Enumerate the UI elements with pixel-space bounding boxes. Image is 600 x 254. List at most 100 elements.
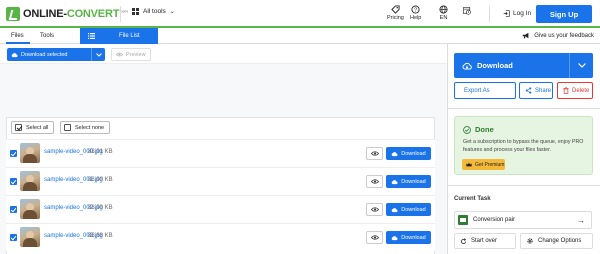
row-download-button[interactable]: Download [386, 175, 431, 188]
help-link[interactable]: ? Help [410, 5, 421, 21]
eye-icon [116, 52, 123, 57]
history-button[interactable] [461, 6, 473, 16]
share-icon [525, 87, 532, 94]
change-options-button[interactable]: Change Options [520, 233, 593, 249]
eye-icon [370, 207, 379, 212]
file-row: sample-video_003.jpg 88.88 KB Download [6, 223, 435, 251]
panel-divider [447, 185, 600, 186]
preview-eye-button[interactable] [366, 203, 383, 216]
header-divider-right [489, 6, 490, 22]
file-thumbnail [20, 199, 40, 219]
row-checkbox[interactable] [10, 206, 17, 213]
row-download-label: Download [401, 150, 426, 157]
delete-label: Delete [572, 87, 590, 94]
chevron-down-icon[interactable] [569, 53, 593, 78]
login-label: Log In [513, 10, 532, 17]
preview-eye-button[interactable] [366, 147, 383, 160]
file-thumbnail [20, 143, 40, 163]
checkbox-checked-icon [15, 124, 22, 131]
pricing-label: Pricing [387, 15, 404, 21]
cloud-download-icon [11, 52, 18, 57]
image-file-icon [458, 215, 468, 225]
select-none-button[interactable]: Select none [60, 121, 111, 134]
eye-icon [370, 151, 379, 156]
start-over-button[interactable]: Start over [454, 233, 516, 249]
help-label: Help [410, 15, 422, 21]
logo-text: ONLINE-CONVERT.com [23, 8, 128, 20]
tag-icon [391, 5, 400, 14]
file-row: sample-video_001.jpg 88.90 KB Download [6, 167, 435, 195]
file-row: sample-video_000.jpg 88.91 KB Download [6, 139, 435, 167]
file-list-label: File List [119, 33, 140, 39]
all-tools-menu[interactable]: All tools ⌄ [132, 8, 175, 15]
cloud-download-icon [391, 179, 398, 184]
row-checkbox[interactable] [10, 234, 17, 241]
login-link[interactable]: Log In [503, 10, 531, 17]
feedback-link[interactable]: Give us your feedback [447, 28, 600, 44]
calendar-clock-icon [463, 7, 471, 15]
logo-icon [6, 7, 20, 21]
language-label: EN [439, 15, 448, 21]
login-icon [503, 10, 510, 17]
row-checkbox[interactable] [10, 150, 17, 157]
header-divider [120, 6, 121, 22]
conversion-pair-button[interactable]: Conversion pair → [454, 211, 592, 229]
row-download-button[interactable]: Download [386, 203, 431, 216]
file-thumbnail [20, 227, 40, 247]
select-all-label: Select all [26, 124, 49, 131]
panel-divider [447, 108, 600, 109]
file-size: 88.91 KB [88, 149, 113, 155]
download-selected-button[interactable]: Download selected [7, 48, 105, 61]
row-download-label: Download [401, 234, 426, 241]
row-checkbox[interactable] [10, 178, 17, 185]
tab-file-list[interactable]: File List [80, 28, 158, 44]
check-circle-icon [463, 125, 471, 134]
export-as-label: Export As [464, 87, 490, 94]
crown-icon [466, 162, 472, 167]
trash-icon [563, 87, 569, 94]
cloud-download-icon [391, 151, 398, 156]
eye-icon [370, 179, 379, 184]
select-all-button[interactable]: Select all [11, 121, 55, 134]
cloud-download-icon [462, 62, 472, 69]
cloud-download-icon [391, 235, 398, 240]
download-label: Download [477, 61, 513, 70]
done-description: Get a subscription to bypass the queue, … [463, 139, 584, 153]
preview-eye-button[interactable] [366, 175, 383, 188]
pricing-link[interactable]: Pricing [387, 5, 404, 21]
preview-label: Preview [126, 51, 146, 58]
get-premium-button[interactable]: Get Premium [462, 159, 505, 170]
chevron-down-icon[interactable] [91, 48, 105, 61]
top-header: ONLINE-CONVERT.com All tools ⌄ Pricing ?… [0, 0, 600, 28]
done-title: Done [463, 125, 494, 134]
cloud-download-icon [391, 207, 398, 212]
delete-button[interactable]: Delete [557, 82, 593, 99]
checkbox-empty-icon [64, 124, 71, 131]
signup-button[interactable]: Sign Up [536, 5, 592, 23]
preview-eye-button[interactable] [366, 231, 383, 244]
tab-bar: Files Tools [0, 28, 447, 44]
start-over-label: Start over [471, 238, 498, 244]
language-selector[interactable]: EN [439, 5, 448, 21]
arrow-right-icon: → [577, 216, 585, 225]
megaphone-icon [523, 32, 529, 39]
row-download-button[interactable]: Download [386, 147, 431, 160]
logo[interactable]: ONLINE-CONVERT.com [6, 7, 128, 21]
download-selected-label: Download selected [21, 51, 68, 58]
share-button[interactable]: Share [519, 82, 553, 99]
preview-button[interactable]: Preview [111, 48, 151, 61]
tab-tools[interactable]: Tools [40, 28, 54, 44]
refresh-icon [461, 237, 467, 244]
share-label: Share [535, 87, 552, 94]
done-notice: Done Get a subscription to bypass the qu… [454, 116, 593, 175]
download-all-button[interactable]: Download [454, 53, 593, 78]
grid-icon [132, 8, 139, 15]
change-options-label: Change Options [538, 238, 582, 244]
all-tools-label: All tools [143, 8, 166, 15]
file-size: 88.88 KB [88, 233, 113, 239]
row-download-button[interactable]: Download [386, 231, 431, 244]
row-download-label: Download [401, 178, 426, 185]
export-as-button[interactable]: Export As [454, 82, 516, 99]
row-download-label: Download [401, 206, 426, 213]
feedback-label: Give us your feedback [534, 32, 594, 39]
